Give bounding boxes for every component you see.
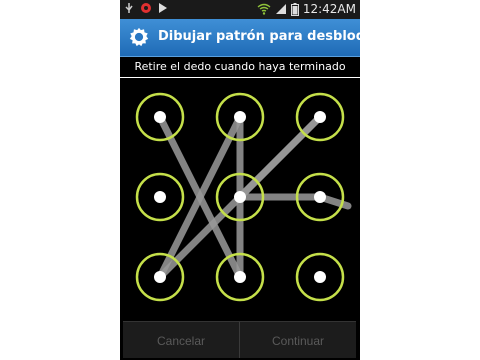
- pattern-dot[interactable]: [135, 92, 185, 142]
- phone-screen: 12:42AM Dibujar patrón para desbloque Re…: [120, 0, 360, 360]
- battery-icon: [290, 2, 299, 16]
- gear-icon: [129, 27, 149, 47]
- pattern-dot[interactable]: [295, 252, 345, 302]
- instruction-text: Retire el dedo cuando haya terminado: [120, 57, 360, 78]
- page-title: Dibujar patrón para desbloque: [158, 29, 360, 44]
- record-icon: [141, 3, 151, 13]
- notification-icons: [124, 2, 168, 14]
- system-status: 12:42AM: [257, 2, 356, 16]
- status-bar: 12:42AM: [120, 0, 360, 19]
- pattern-dot[interactable]: [295, 92, 345, 142]
- continue-button[interactable]: Continuar: [240, 322, 356, 358]
- pattern-grid[interactable]: [120, 77, 360, 317]
- button-bar: Cancelar Continuar: [123, 321, 356, 358]
- pattern-dot[interactable]: [135, 172, 185, 222]
- wifi-icon: [257, 3, 271, 15]
- pattern-dot[interactable]: [135, 252, 185, 302]
- cancel-button[interactable]: Cancelar: [123, 322, 239, 358]
- play-icon: [159, 3, 167, 13]
- clock: 12:42AM: [302, 2, 356, 16]
- title-bar: Dibujar patrón para desbloque: [120, 19, 360, 57]
- pattern-segment: [236, 113, 324, 201]
- usb-icon: [125, 3, 133, 13]
- signal-icon: [275, 4, 286, 14]
